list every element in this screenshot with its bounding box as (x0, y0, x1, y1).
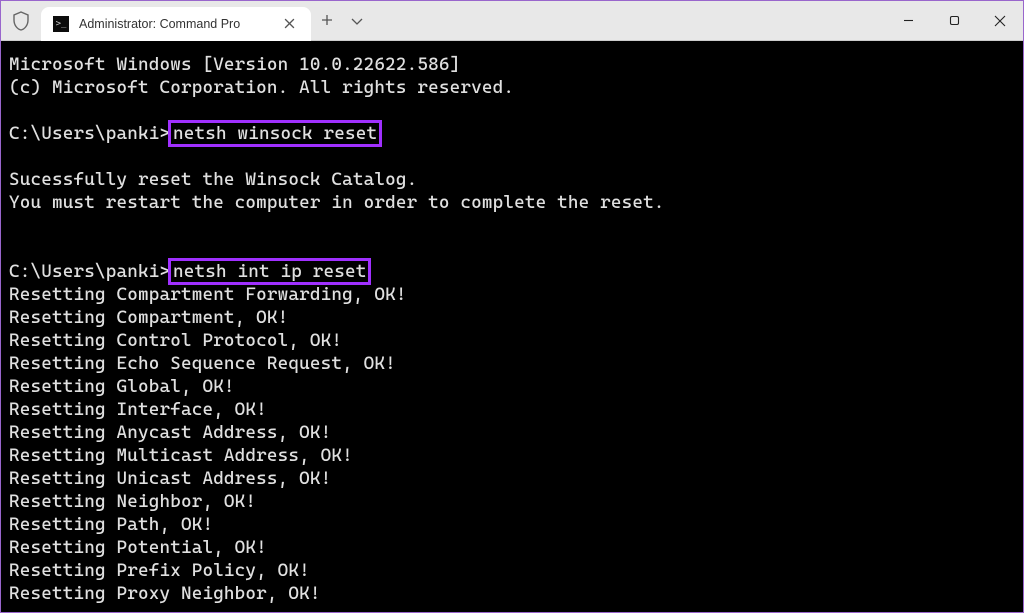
titlebar: >_ Administrator: Command Pro (1, 1, 1023, 41)
output-line: Resetting Path, OK! (9, 514, 213, 535)
output-line: You must restart the computer in order t… (9, 192, 665, 213)
output-line: Resetting Compartment Forwarding, OK! (9, 284, 407, 305)
close-tab-button[interactable] (280, 14, 299, 34)
output-line: Resetting Interface, OK! (9, 399, 267, 420)
cmd-icon: >_ (53, 16, 69, 32)
shield-icon (1, 11, 41, 31)
output-line: Resetting Global, OK! (9, 376, 235, 397)
output-line: Resetting Control Protocol, OK! (9, 330, 342, 351)
output-line: Resetting Compartment, OK! (9, 307, 288, 328)
output-line: Resetting Multicast Address, OK! (9, 445, 353, 466)
output-line: Resetting Echo Sequence Request, OK! (9, 353, 396, 374)
tab-title: Administrator: Command Pro (79, 17, 270, 31)
minimize-button[interactable] (885, 1, 931, 40)
output-line: Sucessfully reset the Winsock Catalog. (9, 169, 417, 190)
terminal-output[interactable]: Microsoft Windows [Version 10.0.22622.58… (1, 41, 1023, 612)
new-tab-button[interactable] (321, 13, 333, 29)
output-line: Resetting Neighbor, OK! (9, 491, 256, 512)
command-highlight: netsh int ip reset (168, 258, 371, 285)
command-highlight: netsh winsock reset (168, 120, 382, 147)
output-line: Resetting Proxy Neighbor, OK! (9, 583, 321, 604)
header-line: Microsoft Windows [Version 10.0.22622.58… (9, 54, 460, 75)
output-line: Resetting Unicast Address, OK! (9, 468, 331, 489)
prompt-path: C:\Users\panki (9, 123, 159, 144)
output-line: Resetting Anycast Address, OK! (9, 422, 331, 443)
tab-actions (311, 13, 363, 29)
output-line: Resetting Potential, OK! (9, 537, 267, 558)
header-line: (c) Microsoft Corporation. All rights re… (9, 77, 514, 98)
tab[interactable]: >_ Administrator: Command Pro (41, 7, 311, 41)
window-controls (885, 1, 1023, 40)
maximize-button[interactable] (931, 1, 977, 40)
output-line: Resetting Prefix Policy, OK! (9, 560, 310, 581)
tab-dropdown-button[interactable] (351, 13, 363, 29)
prompt-path: C:\Users\panki (9, 261, 159, 282)
close-window-button[interactable] (977, 1, 1023, 40)
